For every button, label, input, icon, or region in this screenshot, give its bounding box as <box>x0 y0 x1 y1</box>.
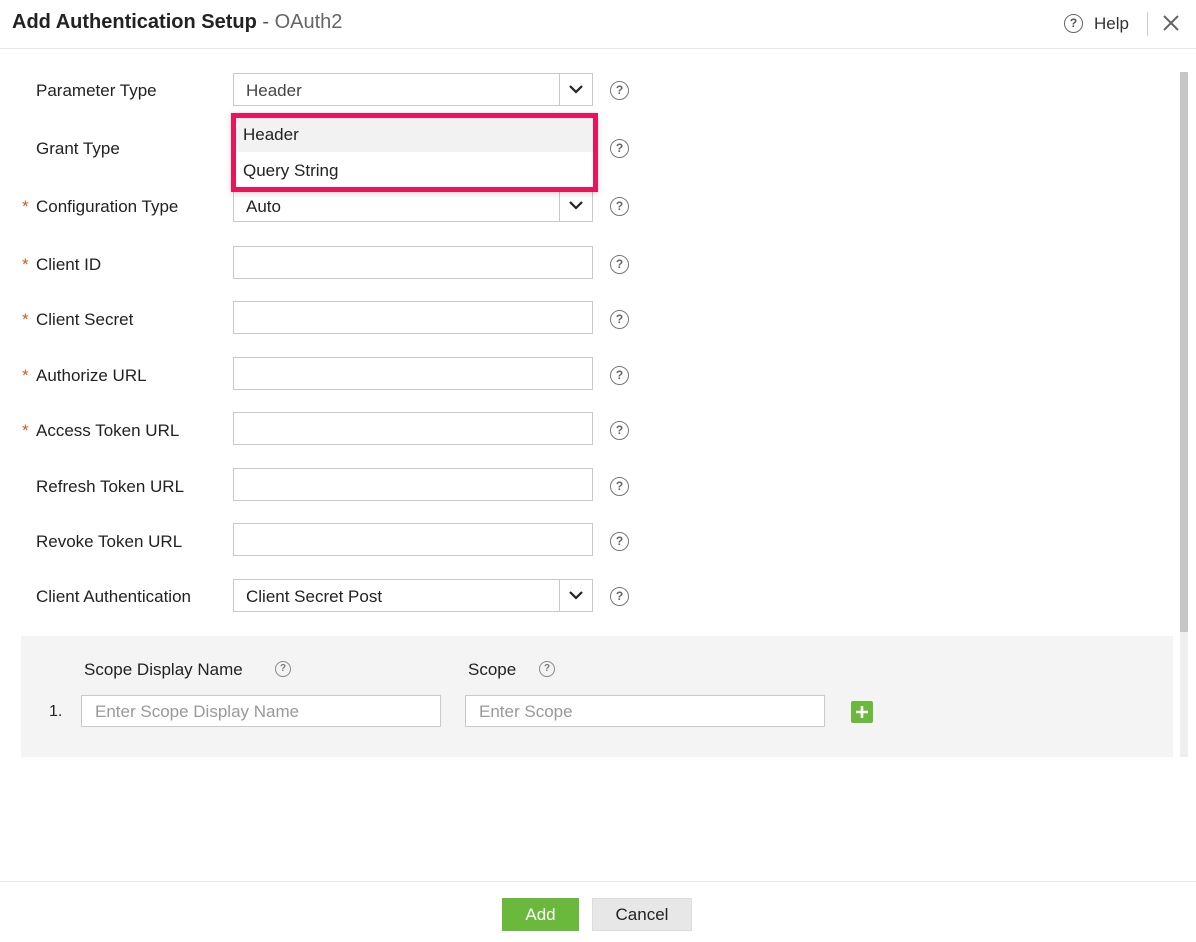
scrollbar-thumb[interactable] <box>1180 72 1188 632</box>
scope-row-number: 1. <box>49 703 63 720</box>
question-icon[interactable]: ? <box>539 661 555 677</box>
row-parameter-type: Parameter Type Header ? <box>0 73 660 107</box>
question-icon[interactable]: ? <box>610 421 629 440</box>
question-icon[interactable]: ? <box>275 661 291 677</box>
client-authentication-label: Client Authentication <box>36 587 191 606</box>
question-icon[interactable]: ? <box>610 139 629 158</box>
parameter-type-label: Parameter Type <box>36 81 157 100</box>
question-icon[interactable]: ? <box>610 366 629 385</box>
configuration-type-select[interactable]: Auto <box>233 189 593 222</box>
grant-type-label: Grant Type <box>36 139 120 158</box>
scope-display-name-header: Scope Display Name <box>84 660 243 679</box>
question-icon[interactable]: ? <box>610 255 629 274</box>
scope-header: Scope <box>468 660 517 679</box>
scope-display-name-input[interactable]: Enter Scope Display Name <box>81 695 441 727</box>
header-divider <box>1147 12 1148 36</box>
chevron-down-icon[interactable] <box>559 580 592 611</box>
question-icon[interactable]: ? <box>610 477 629 496</box>
dropdown-option-query-string[interactable]: Query String <box>236 154 593 188</box>
revoke-token-url-label: Revoke Token URL <box>36 532 183 551</box>
chevron-down-icon[interactable] <box>559 190 592 221</box>
client-secret-label: Client Secret <box>36 310 134 329</box>
required-marker: * <box>22 421 29 440</box>
question-icon[interactable]: ? <box>610 532 629 551</box>
dialog-header: Add Authentication Setup - OAuth2 ? Help <box>0 0 1196 49</box>
row-authorize-url: * Authorize URL ? <box>0 357 660 391</box>
help-link[interactable]: Help <box>1094 14 1129 34</box>
refresh-token-url-label: Refresh Token URL <box>36 477 185 496</box>
configuration-type-label: Configuration Type <box>36 197 179 216</box>
parameter-type-select[interactable]: Header <box>233 73 593 106</box>
dropdown-option-header[interactable]: Header <box>236 118 593 152</box>
client-id-input[interactable] <box>233 246 593 279</box>
dialog-footer: Add Cancel <box>0 881 1196 942</box>
title-sub: OAuth2 <box>274 11 343 33</box>
parameter-type-value: Header <box>246 81 302 100</box>
add-button[interactable]: Add <box>502 898 579 931</box>
row-client-id: * Client ID ? <box>0 246 660 280</box>
required-marker: * <box>22 310 29 329</box>
required-marker: * <box>22 255 29 274</box>
row-client-secret: * Client Secret ? <box>0 301 660 335</box>
question-icon[interactable]: ? <box>610 310 629 329</box>
title-separator: - <box>256 11 275 33</box>
scope-input[interactable]: Enter Scope <box>465 695 825 727</box>
required-marker: * <box>22 366 29 385</box>
dialog-title: Add Authentication Setup - OAuth2 <box>12 11 342 34</box>
row-revoke-token-url: Revoke Token URL ? <box>0 523 660 557</box>
title-main: Add Authentication Setup <box>12 11 257 33</box>
client-authentication-value: Client Secret Post <box>246 587 383 606</box>
required-marker: * <box>22 197 29 216</box>
cancel-button[interactable]: Cancel <box>592 898 692 931</box>
row-configuration-type: * Configuration Type Auto ? <box>0 189 660 223</box>
access-token-url-label: Access Token URL <box>36 421 180 440</box>
chevron-down-icon[interactable] <box>559 74 592 105</box>
parameter-type-dropdown: Header Query String <box>231 113 598 192</box>
help-circle-icon[interactable]: ? <box>1064 14 1083 33</box>
revoke-token-url-input[interactable] <box>233 523 593 556</box>
authorize-url-label: Authorize URL <box>36 366 147 385</box>
configuration-type-value: Auto <box>246 197 281 216</box>
client-authentication-select[interactable]: Client Secret Post <box>233 579 593 612</box>
scope-display-name-placeholder: Enter Scope Display Name <box>95 702 300 721</box>
plus-icon[interactable] <box>851 701 873 723</box>
row-refresh-token-url: Refresh Token URL ? <box>0 468 660 502</box>
client-id-label: Client ID <box>36 255 102 274</box>
access-token-url-input[interactable] <box>233 412 593 445</box>
row-client-authentication: Client Authentication Client Secret Post… <box>0 579 660 613</box>
scope-panel: Scope Display Name ? Scope ? 1. Enter Sc… <box>21 636 1173 757</box>
question-icon[interactable]: ? <box>610 81 629 100</box>
scope-placeholder: Enter Scope <box>479 702 573 721</box>
close-icon[interactable] <box>1160 12 1182 34</box>
refresh-token-url-input[interactable] <box>233 468 593 501</box>
question-icon[interactable]: ? <box>610 197 629 216</box>
row-access-token-url: * Access Token URL ? <box>0 412 660 446</box>
authorize-url-input[interactable] <box>233 357 593 390</box>
client-secret-input[interactable] <box>233 301 593 334</box>
scrollbar-track[interactable] <box>1180 632 1188 757</box>
question-icon[interactable]: ? <box>610 587 629 606</box>
